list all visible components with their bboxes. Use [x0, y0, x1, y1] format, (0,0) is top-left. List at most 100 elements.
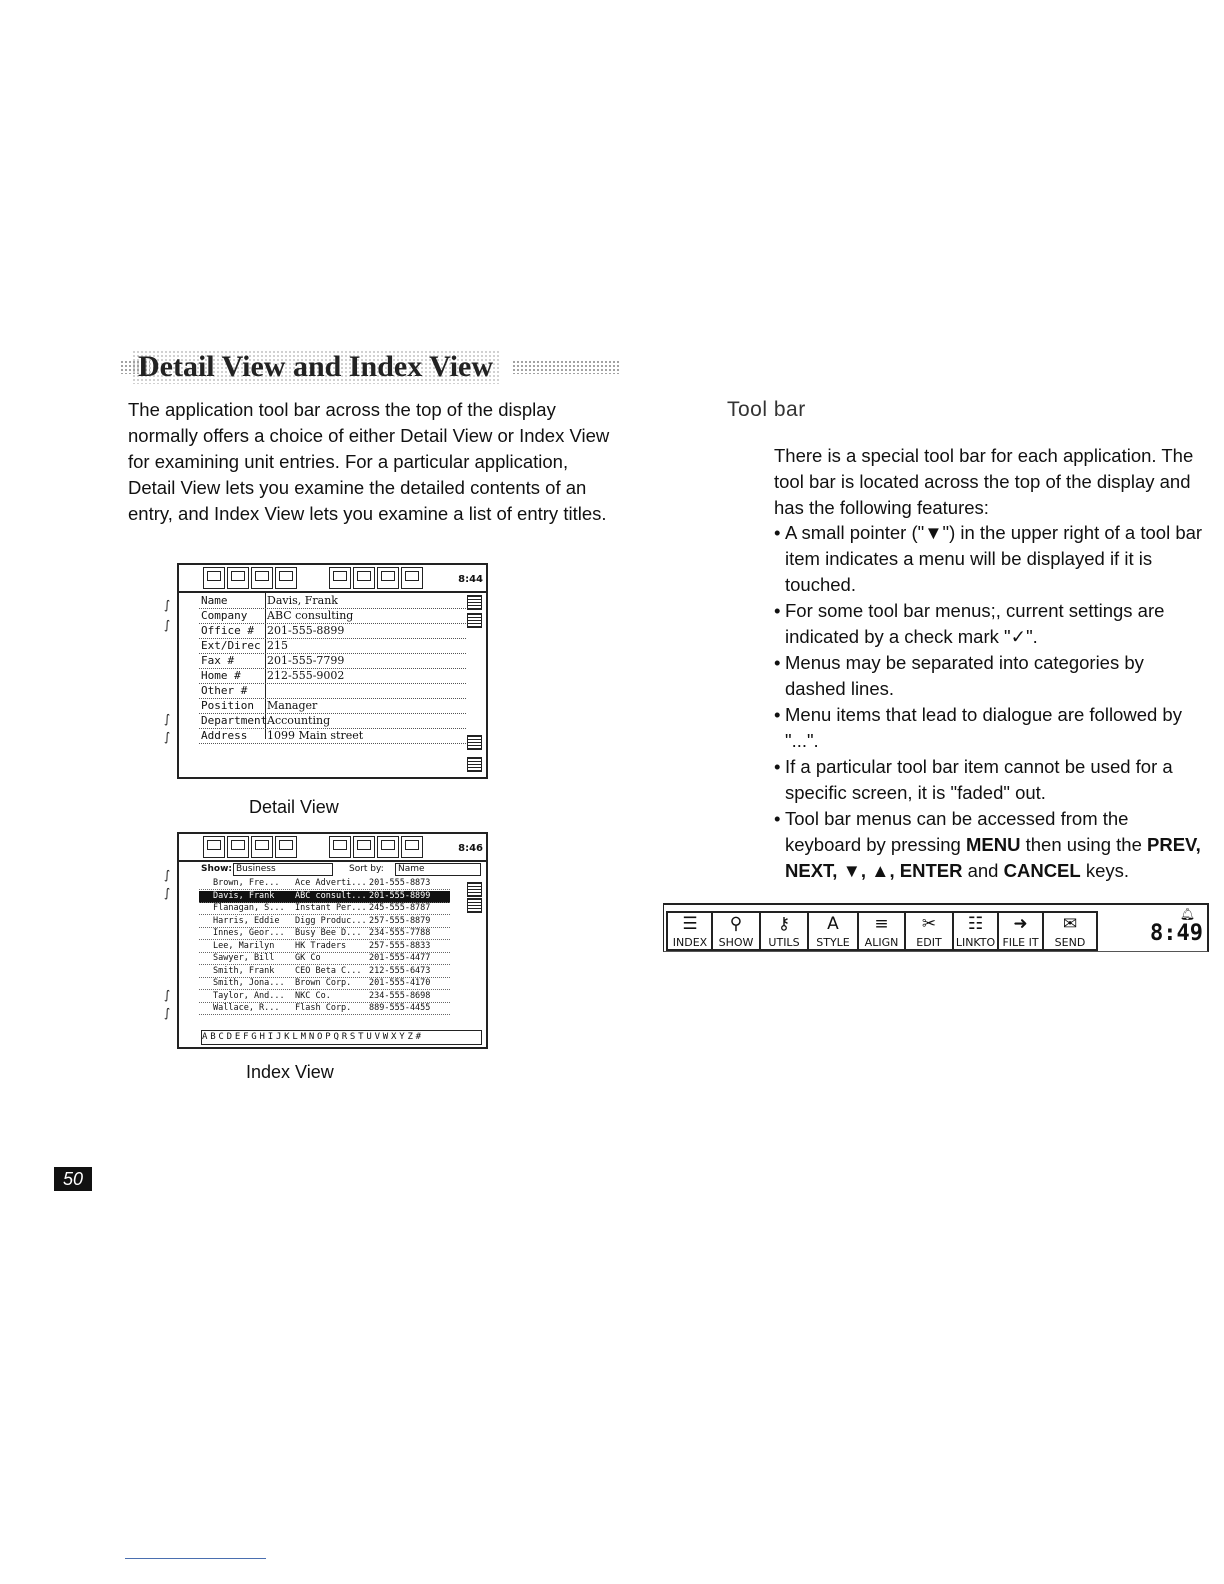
toolbar-button-label: EDIT — [916, 936, 942, 949]
alarm-icon: 🔔︎ — [1179, 907, 1195, 921]
text-run: and — [962, 860, 1004, 881]
detail-field-row[interactable]: Home # 212-555-9002 — [199, 668, 466, 684]
index-toolbar: 8:46 — [179, 834, 486, 862]
linkto-button[interactable] — [353, 567, 375, 589]
toolbar-button-utils[interactable]: ⚷ UTILS — [759, 911, 809, 951]
index-side-icon[interactable] — [467, 898, 482, 913]
index-list-row[interactable]: Wallace, R... Flash Corp. 889-555-4455 — [199, 1003, 450, 1015]
detail-side-icon[interactable] — [467, 757, 482, 772]
field-value: Accounting — [267, 714, 331, 727]
field-label: Name — [201, 594, 228, 607]
setup-button[interactable] — [275, 567, 297, 589]
menu-key: MENU — [966, 834, 1021, 855]
tool-bar-heading: Tool bar — [727, 398, 806, 421]
row-phone: 201-555-4477 — [369, 953, 431, 963]
row-phone: 212-555-6473 — [369, 965, 431, 976]
index-list-row[interactable]: Flanagan, S... Instant Per... 245-555-8787 — [199, 903, 450, 915]
edit-button[interactable] — [329, 567, 351, 589]
feature-bullet: If a particular tool bar item cannot be … — [774, 754, 1204, 806]
index-list-row[interactable]: Smith, Frank CEO Beta C... 212-555-6473 — [199, 966, 450, 978]
text-run: keys. — [1080, 860, 1130, 881]
row-name: Harris, Eddie — [213, 915, 280, 926]
view-button[interactable] — [203, 836, 225, 858]
detail-field-row[interactable]: Department Accounting — [199, 713, 466, 729]
index-list-row[interactable]: Smith, Jona... Brown Corp. 201-555-4170 — [199, 978, 450, 990]
index-side-icon[interactable] — [467, 882, 482, 897]
links-button[interactable] — [251, 836, 273, 858]
sort-label: Sort by: — [349, 864, 384, 874]
row-company: Instant Per... — [295, 903, 367, 913]
toolbar-button-icon: ➜ — [1013, 914, 1028, 934]
page-number: 50 — [54, 1167, 92, 1191]
toolbar-button-show[interactable]: ⚲ SHOW — [711, 911, 761, 951]
toolbar-button-file-it[interactable]: ➜ FILE IT — [997, 911, 1044, 951]
alphabet-bar[interactable]: ABCDEFGHIJKLMNOPQRSTUVWXYZ# — [201, 1030, 482, 1045]
row-name: Smith, Frank — [213, 965, 275, 976]
edit-button[interactable] — [329, 836, 351, 858]
index-button[interactable] — [203, 567, 225, 589]
field-label: Ext/Direc — [201, 639, 261, 652]
binder-ring-icon: ∫ — [164, 1006, 171, 1020]
toolbar-button-label: LINKTO — [955, 936, 996, 949]
index-list-row[interactable]: Innes, Geor... Busy Bee D... 234-555-7788 — [199, 928, 450, 940]
toolbar-button-send[interactable]: ✉ SEND — [1042, 911, 1098, 951]
field-label: Office # — [201, 624, 254, 637]
toolbar-button-style[interactable]: A STYLE — [807, 911, 859, 951]
detail-side-icon[interactable] — [467, 595, 482, 610]
detail-field-row[interactable]: Ext/Direc 215 — [199, 638, 466, 654]
setup-button[interactable] — [275, 836, 297, 858]
detail-side-icon[interactable] — [467, 613, 482, 628]
index-list-row[interactable]: Harris, Eddie Digg Produc... 257-555-8879 — [199, 916, 450, 928]
detail-view-screen: 8:44 Name Davis, Frank Company ABC consulti… — [177, 563, 488, 779]
index-list-row[interactable]: Brown, Fre... Ace Adverti... 201-555-8873 — [199, 878, 450, 890]
toolbar-button-align[interactable]: ≡ ALIGN — [857, 911, 906, 951]
row-phone: 889-555-4455 — [369, 1003, 431, 1013]
detail-field-row[interactable]: Other # — [199, 683, 466, 699]
binder-ring-icon: ∫ — [164, 598, 171, 612]
detail-field-row[interactable]: Position Manager — [199, 698, 466, 714]
row-name: Davis, Frank — [213, 890, 275, 901]
send-button[interactable] — [401, 567, 423, 589]
text-run: then using the — [1020, 834, 1147, 855]
file-it-button[interactable] — [377, 836, 399, 858]
heading-dots-right — [512, 360, 620, 374]
feature-bullet-keyboard: Tool bar menus can be accessed from the … — [774, 806, 1204, 884]
index-list-row[interactable]: Taylor, And... NKC Co. 234-555-8698 — [199, 991, 450, 1003]
links-button[interactable] — [251, 567, 273, 589]
row-name: Lee, Marilyn — [213, 940, 275, 951]
toolbar-button-label: FILE IT — [1002, 936, 1039, 949]
index-list-row[interactable]: Davis, Frank ABC consult... 201-555-8899 — [199, 890, 450, 903]
detail-side-icon[interactable] — [467, 735, 482, 750]
file-it-button[interactable] — [377, 567, 399, 589]
toolbar-button-label: INDEX — [672, 936, 708, 949]
sort-dropdown[interactable]: Name — [395, 863, 481, 876]
field-value: 201-555-7799 — [267, 654, 345, 667]
toolbar-button-index[interactable]: ☰ INDEX — [666, 911, 714, 951]
field-value: 215 — [267, 639, 288, 652]
send-button[interactable] — [401, 836, 423, 858]
row-phone: 201-555-8873 — [369, 878, 431, 888]
index-list-row[interactable]: Lee, Marilyn HK Traders 257-555-8833 — [199, 941, 450, 953]
detail-field-row[interactable]: Address 1099 Main street — [199, 728, 466, 744]
detail-field-row[interactable]: Office # 201-555-8899 — [199, 623, 466, 639]
row-name: Flanagan, S... — [213, 903, 285, 913]
detail-field-row[interactable]: Fax # 201-555-7799 — [199, 653, 466, 669]
filter-button[interactable] — [227, 567, 249, 589]
detail-field-row[interactable]: Company ABC consulting — [199, 608, 466, 624]
toolbar-button-label: ALIGN — [864, 936, 899, 949]
toolbar-button-icon: ✉ — [1062, 914, 1078, 934]
toolbar-button-icon: ⚷ — [777, 914, 791, 934]
show-dropdown[interactable]: Business — [233, 863, 333, 876]
toolbar-button-linkto[interactable]: ☷ LINKTO — [952, 911, 999, 951]
row-phone: 245-555-8787 — [369, 903, 431, 913]
toolbar-button-edit[interactable]: ✂ EDIT — [904, 911, 954, 951]
row-company: NKC Co. — [295, 990, 331, 1001]
index-list-row[interactable]: Sawyer, Bill GK Co 201-555-4477 — [199, 953, 450, 965]
toolbar-button-icon: ≡ — [874, 914, 889, 934]
filter-button[interactable] — [227, 836, 249, 858]
linkto-button[interactable] — [353, 836, 375, 858]
row-phone: 234-555-8698 — [369, 990, 431, 1001]
detail-field-row[interactable]: Name Davis, Frank — [199, 593, 466, 609]
binder-ring-icon: ∫ — [164, 886, 171, 900]
binder-ring-icon: ∫ — [164, 868, 171, 882]
